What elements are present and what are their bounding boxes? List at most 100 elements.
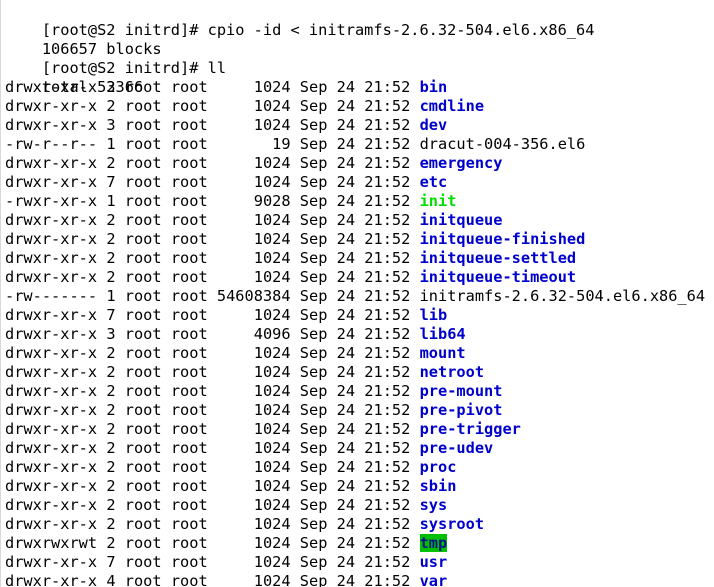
modified-month: Sep bbox=[299, 249, 328, 267]
link-count: 2 bbox=[106, 211, 116, 229]
file-name[interactable]: sysroot bbox=[420, 515, 484, 533]
file-name[interactable]: pre-mount bbox=[420, 382, 503, 400]
link-count: 2 bbox=[106, 363, 116, 381]
modified-month: Sep bbox=[299, 496, 328, 514]
file-owner: root bbox=[124, 287, 162, 305]
table-row: drwxr-xr-x 2 root root 1024 Sep 24 21:52… bbox=[5, 382, 714, 401]
modified-time: 21:52 bbox=[364, 116, 411, 134]
row-space bbox=[162, 306, 171, 324]
file-name[interactable]: init bbox=[420, 192, 457, 210]
file-name[interactable]: sys bbox=[420, 496, 448, 514]
file-name[interactable]: dev bbox=[420, 116, 448, 134]
row-space bbox=[97, 154, 106, 172]
modified-month: Sep bbox=[299, 401, 328, 419]
file-name[interactable]: lib bbox=[420, 306, 448, 324]
file-owner: root bbox=[124, 344, 162, 362]
file-permissions: drwxr-xr-x bbox=[5, 325, 98, 343]
file-owner: root bbox=[124, 572, 162, 587]
row-space bbox=[410, 192, 419, 210]
row-space bbox=[410, 344, 419, 362]
file-group: root bbox=[170, 306, 208, 324]
row-space bbox=[116, 496, 125, 514]
modified-day: 24 bbox=[336, 154, 356, 172]
modified-day: 24 bbox=[336, 268, 356, 286]
modified-month: Sep bbox=[299, 515, 328, 533]
row-space bbox=[410, 325, 419, 343]
file-size: 9028 bbox=[216, 192, 291, 210]
row-space bbox=[327, 116, 336, 134]
row-space bbox=[208, 116, 217, 134]
file-name[interactable]: initqueue-finished bbox=[420, 230, 586, 248]
file-name[interactable]: pre-trigger bbox=[420, 420, 521, 438]
file-owner: root bbox=[124, 135, 162, 153]
link-count: 2 bbox=[106, 249, 116, 267]
modified-day: 24 bbox=[336, 78, 356, 96]
file-name[interactable]: var bbox=[420, 572, 448, 587]
table-row: drwxr-xr-x 7 root root 1024 Sep 24 21:52… bbox=[5, 553, 714, 572]
row-space bbox=[291, 439, 300, 457]
row-space bbox=[410, 154, 419, 172]
file-name[interactable]: initqueue bbox=[420, 211, 503, 229]
row-space bbox=[355, 325, 364, 343]
row-space bbox=[327, 173, 336, 191]
row-space bbox=[116, 515, 125, 533]
table-row: drwxr-xr-x 2 root root 1024 Sep 24 21:52… bbox=[5, 154, 714, 173]
modified-time: 21:52 bbox=[364, 458, 411, 476]
row-space bbox=[410, 420, 419, 438]
table-row: -rwxr-xr-x 1 root root 9028 Sep 24 21:52… bbox=[5, 192, 714, 211]
file-name[interactable]: dracut-004-356.el6 bbox=[420, 135, 586, 153]
file-name[interactable]: sbin bbox=[420, 477, 457, 495]
file-name[interactable]: netroot bbox=[420, 363, 484, 381]
row-space bbox=[291, 515, 300, 533]
file-name[interactable]: cmdline bbox=[420, 97, 484, 115]
row-space bbox=[162, 287, 171, 305]
row-space bbox=[327, 420, 336, 438]
terminal-screen[interactable]: [root@S2 initrd]# cpio -id < initramfs-2… bbox=[0, 0, 714, 587]
modified-month: Sep bbox=[299, 382, 328, 400]
modified-time: 21:52 bbox=[364, 363, 411, 381]
link-count: 2 bbox=[106, 515, 116, 533]
file-name[interactable]: proc bbox=[420, 458, 457, 476]
row-space bbox=[291, 496, 300, 514]
file-permissions: drwxr-xr-x bbox=[5, 439, 98, 457]
file-name[interactable]: usr bbox=[420, 553, 448, 571]
row-space bbox=[410, 97, 419, 115]
file-name[interactable]: etc bbox=[420, 173, 448, 191]
file-size: 1024 bbox=[216, 78, 291, 96]
row-space bbox=[97, 458, 106, 476]
row-space bbox=[355, 173, 364, 191]
file-owner: root bbox=[124, 173, 162, 191]
file-size: 1024 bbox=[216, 97, 291, 115]
row-space bbox=[355, 211, 364, 229]
file-name[interactable]: pre-pivot bbox=[420, 401, 503, 419]
file-permissions: drwxr-xr-x bbox=[5, 78, 98, 96]
row-space bbox=[208, 173, 217, 191]
row-space bbox=[410, 458, 419, 476]
row-space bbox=[97, 173, 106, 191]
row-space bbox=[208, 401, 217, 419]
row-space bbox=[208, 192, 217, 210]
file-name[interactable]: initqueue-timeout bbox=[420, 268, 577, 286]
file-name[interactable]: pre-udev bbox=[420, 439, 494, 457]
row-space bbox=[291, 458, 300, 476]
file-owner: root bbox=[124, 325, 162, 343]
row-space bbox=[97, 363, 106, 381]
file-permissions: drwxr-xr-x bbox=[5, 382, 98, 400]
file-name[interactable]: lib64 bbox=[420, 325, 466, 343]
file-name[interactable]: initqueue-settled bbox=[420, 249, 577, 267]
file-name[interactable]: emergency bbox=[420, 154, 503, 172]
row-space bbox=[327, 515, 336, 533]
file-name[interactable]: bin bbox=[420, 78, 448, 96]
link-count: 2 bbox=[106, 439, 116, 457]
file-name[interactable]: initramfs-2.6.32-504.el6.x86_64 bbox=[420, 287, 706, 305]
row-space bbox=[116, 78, 125, 96]
row-space bbox=[97, 211, 106, 229]
row-space bbox=[410, 287, 419, 305]
row-space bbox=[208, 135, 217, 153]
row-space bbox=[355, 420, 364, 438]
row-space bbox=[208, 534, 217, 552]
file-name[interactable]: mount bbox=[420, 344, 466, 362]
file-group: root bbox=[170, 496, 208, 514]
file-name[interactable]: tmp bbox=[419, 534, 448, 552]
row-space bbox=[116, 344, 125, 362]
